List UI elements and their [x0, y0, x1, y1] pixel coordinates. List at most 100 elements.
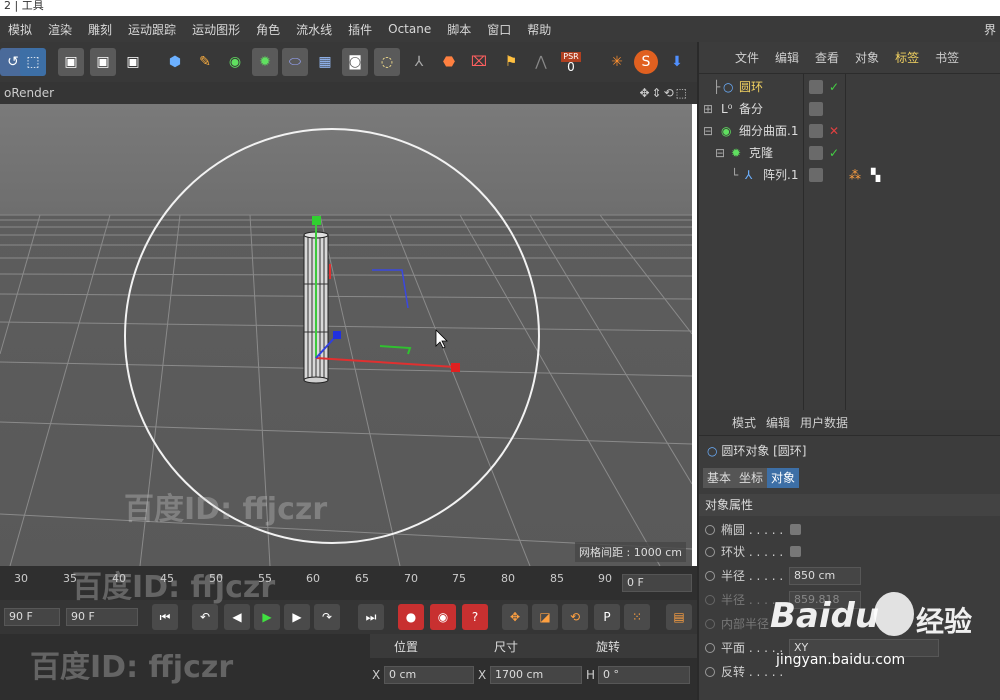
- tab-user-data[interactable]: 用户数据: [795, 414, 853, 431]
- psr-icon[interactable]: PSR 0: [558, 48, 584, 76]
- object-row-subdivision[interactable]: ⊟ ◉ 细分曲面.1 ✕: [699, 120, 1000, 142]
- anim-radio-icon[interactable]: [705, 525, 715, 535]
- tab-bookmarks[interactable]: 书签: [927, 49, 967, 66]
- checker-tag-icon[interactable]: ▚: [871, 164, 880, 186]
- viewport-nav-icons[interactable]: ✥⇕⟲⬚: [639, 82, 689, 104]
- end-frame-field[interactable]: 90 F: [66, 608, 138, 626]
- arrow-down-icon[interactable]: ⬇: [664, 48, 690, 76]
- pla-key-icon[interactable]: ⁙: [624, 604, 650, 630]
- menu-window[interactable]: 窗口: [479, 21, 519, 38]
- menu-render[interactable]: 渲染: [40, 21, 80, 38]
- deformer-icon[interactable]: ⬭: [282, 48, 308, 76]
- go-to-end-icon[interactable]: ⏭: [358, 604, 384, 630]
- 3d-viewport[interactable]: 网格间距 : 1000 cm: [0, 104, 692, 566]
- visibility-toggle[interactable]: [809, 80, 823, 94]
- character-icon[interactable]: ⅄: [406, 48, 432, 76]
- menu-script[interactable]: 脚本: [439, 21, 479, 38]
- menu-mograph[interactable]: 运动图形: [184, 21, 248, 38]
- disabled-x-icon[interactable]: ✕: [829, 120, 839, 142]
- play-icon[interactable]: ▶: [254, 604, 280, 630]
- tab-tags[interactable]: 标签: [887, 49, 927, 66]
- next-key-icon[interactable]: ↷: [314, 604, 340, 630]
- ellipse-checkbox[interactable]: [790, 524, 801, 535]
- render-picture-viewer-icon[interactable]: ▣: [90, 48, 116, 76]
- tab-edit[interactable]: 编辑: [761, 414, 795, 431]
- subtab-basic[interactable]: 基本: [703, 468, 736, 488]
- object-row-array[interactable]: └ ⅄ 阵列.1 ⁂ ▚: [699, 164, 1000, 186]
- tab-view[interactable]: 查看: [807, 49, 847, 66]
- lock-axis-icon[interactable]: ⚑: [498, 48, 524, 76]
- visibility-toggle[interactable]: [809, 124, 823, 138]
- cube-icon[interactable]: ⬢: [162, 48, 188, 76]
- tree-collapse-icon[interactable]: ⊟: [715, 142, 725, 164]
- tag-icon[interactable]: ⬣: [436, 48, 462, 76]
- menu-sculpt[interactable]: 雕刻: [80, 21, 120, 38]
- enable-check-icon[interactable]: ✓: [829, 76, 839, 98]
- keyframe-help-icon[interactable]: ?: [462, 604, 488, 630]
- prev-frame-icon[interactable]: ◀: [224, 604, 250, 630]
- prev-key-icon[interactable]: ↶: [192, 604, 218, 630]
- cloner-icon[interactable]: ✹: [252, 48, 278, 76]
- subdivision-icon[interactable]: ◉: [222, 48, 248, 76]
- object-row-backup[interactable]: ⊞ L⁰ 备分: [699, 98, 1000, 120]
- enable-check-icon[interactable]: ✓: [829, 142, 839, 164]
- live-select-icon[interactable]: ⬚: [20, 48, 46, 76]
- menu-simulate[interactable]: 模拟: [0, 21, 40, 38]
- pen-icon[interactable]: ✎: [192, 48, 218, 76]
- position-key-icon[interactable]: ✥: [502, 604, 528, 630]
- spline-icon[interactable]: ⌧: [466, 48, 492, 76]
- anim-radio-icon[interactable]: [705, 571, 715, 581]
- menu-octane[interactable]: Octane: [380, 22, 439, 36]
- rotation-h-field[interactable]: 0 °: [598, 666, 690, 684]
- menu-help[interactable]: 帮助: [519, 21, 559, 38]
- ring-spline[interactable]: [124, 128, 540, 544]
- record-icon[interactable]: ●: [398, 604, 424, 630]
- move-tool-icon[interactable]: ✳: [604, 48, 630, 76]
- axis-gizmo[interactable]: [312, 216, 460, 372]
- subtab-coord[interactable]: 坐标: [735, 468, 768, 488]
- anim-radio-icon[interactable]: [705, 667, 715, 677]
- tick-label: 75: [452, 572, 466, 585]
- s-logo-icon[interactable]: S: [634, 50, 658, 74]
- timeline-window-icon[interactable]: ▤: [666, 604, 692, 630]
- light-icon[interactable]: ◌: [374, 48, 400, 76]
- anim-radio-icon[interactable]: [705, 547, 715, 557]
- size-x-field[interactable]: 1700 cm: [490, 666, 582, 684]
- ring-checkbox[interactable]: [790, 546, 801, 557]
- menu-pipeline[interactable]: 流水线: [288, 21, 340, 38]
- autokey-icon[interactable]: ◉: [430, 604, 456, 630]
- scale-key-icon[interactable]: ◪: [532, 604, 558, 630]
- anim-radio-icon[interactable]: [705, 643, 715, 653]
- tree-expand-icon[interactable]: ⊞: [703, 98, 713, 120]
- x-size-axis-label: X: [478, 668, 487, 682]
- material-tag-icon[interactable]: ⁂: [849, 164, 861, 186]
- menu-character[interactable]: 角色: [248, 21, 288, 38]
- current-frame-field[interactable]: 0 F: [622, 574, 692, 592]
- snap-icon[interactable]: ⋀: [528, 48, 554, 76]
- menu-motion-tracking[interactable]: 运动跟踪: [120, 21, 184, 38]
- menu-layout[interactable]: 界: [976, 21, 1000, 38]
- position-x-field[interactable]: 0 cm: [384, 666, 474, 684]
- tab-mode[interactable]: 模式: [727, 414, 761, 431]
- visibility-toggle[interactable]: [809, 168, 823, 182]
- render-settings-icon[interactable]: ▣: [120, 48, 146, 76]
- subtab-object[interactable]: 对象: [767, 468, 800, 488]
- floor-icon[interactable]: ▦: [312, 48, 338, 76]
- tab-objects[interactable]: 对象: [847, 49, 887, 66]
- start-frame-field[interactable]: 90 F: [4, 608, 60, 626]
- object-row-ring[interactable]: ├ ○ 圆环 ✓: [699, 76, 1000, 98]
- radius-field[interactable]: 850 cm: [789, 567, 861, 585]
- visibility-toggle[interactable]: [809, 102, 823, 116]
- tab-edit[interactable]: 编辑: [767, 49, 807, 66]
- go-to-start-icon[interactable]: ⏮: [152, 604, 178, 630]
- tab-file[interactable]: 文件: [727, 49, 767, 66]
- tree-collapse-icon[interactable]: ⊟: [703, 120, 713, 142]
- camera-icon[interactable]: ◙: [342, 48, 368, 76]
- rotation-key-icon[interactable]: ⟲: [562, 604, 588, 630]
- object-row-cloner[interactable]: ⊟ ✹ 克隆 ✓: [699, 142, 1000, 164]
- visibility-toggle[interactable]: [809, 146, 823, 160]
- menu-plugins[interactable]: 插件: [340, 21, 380, 38]
- next-frame-icon[interactable]: ▶: [284, 604, 310, 630]
- render-view-icon[interactable]: ▣: [58, 48, 84, 76]
- param-key-icon[interactable]: P: [594, 604, 620, 630]
